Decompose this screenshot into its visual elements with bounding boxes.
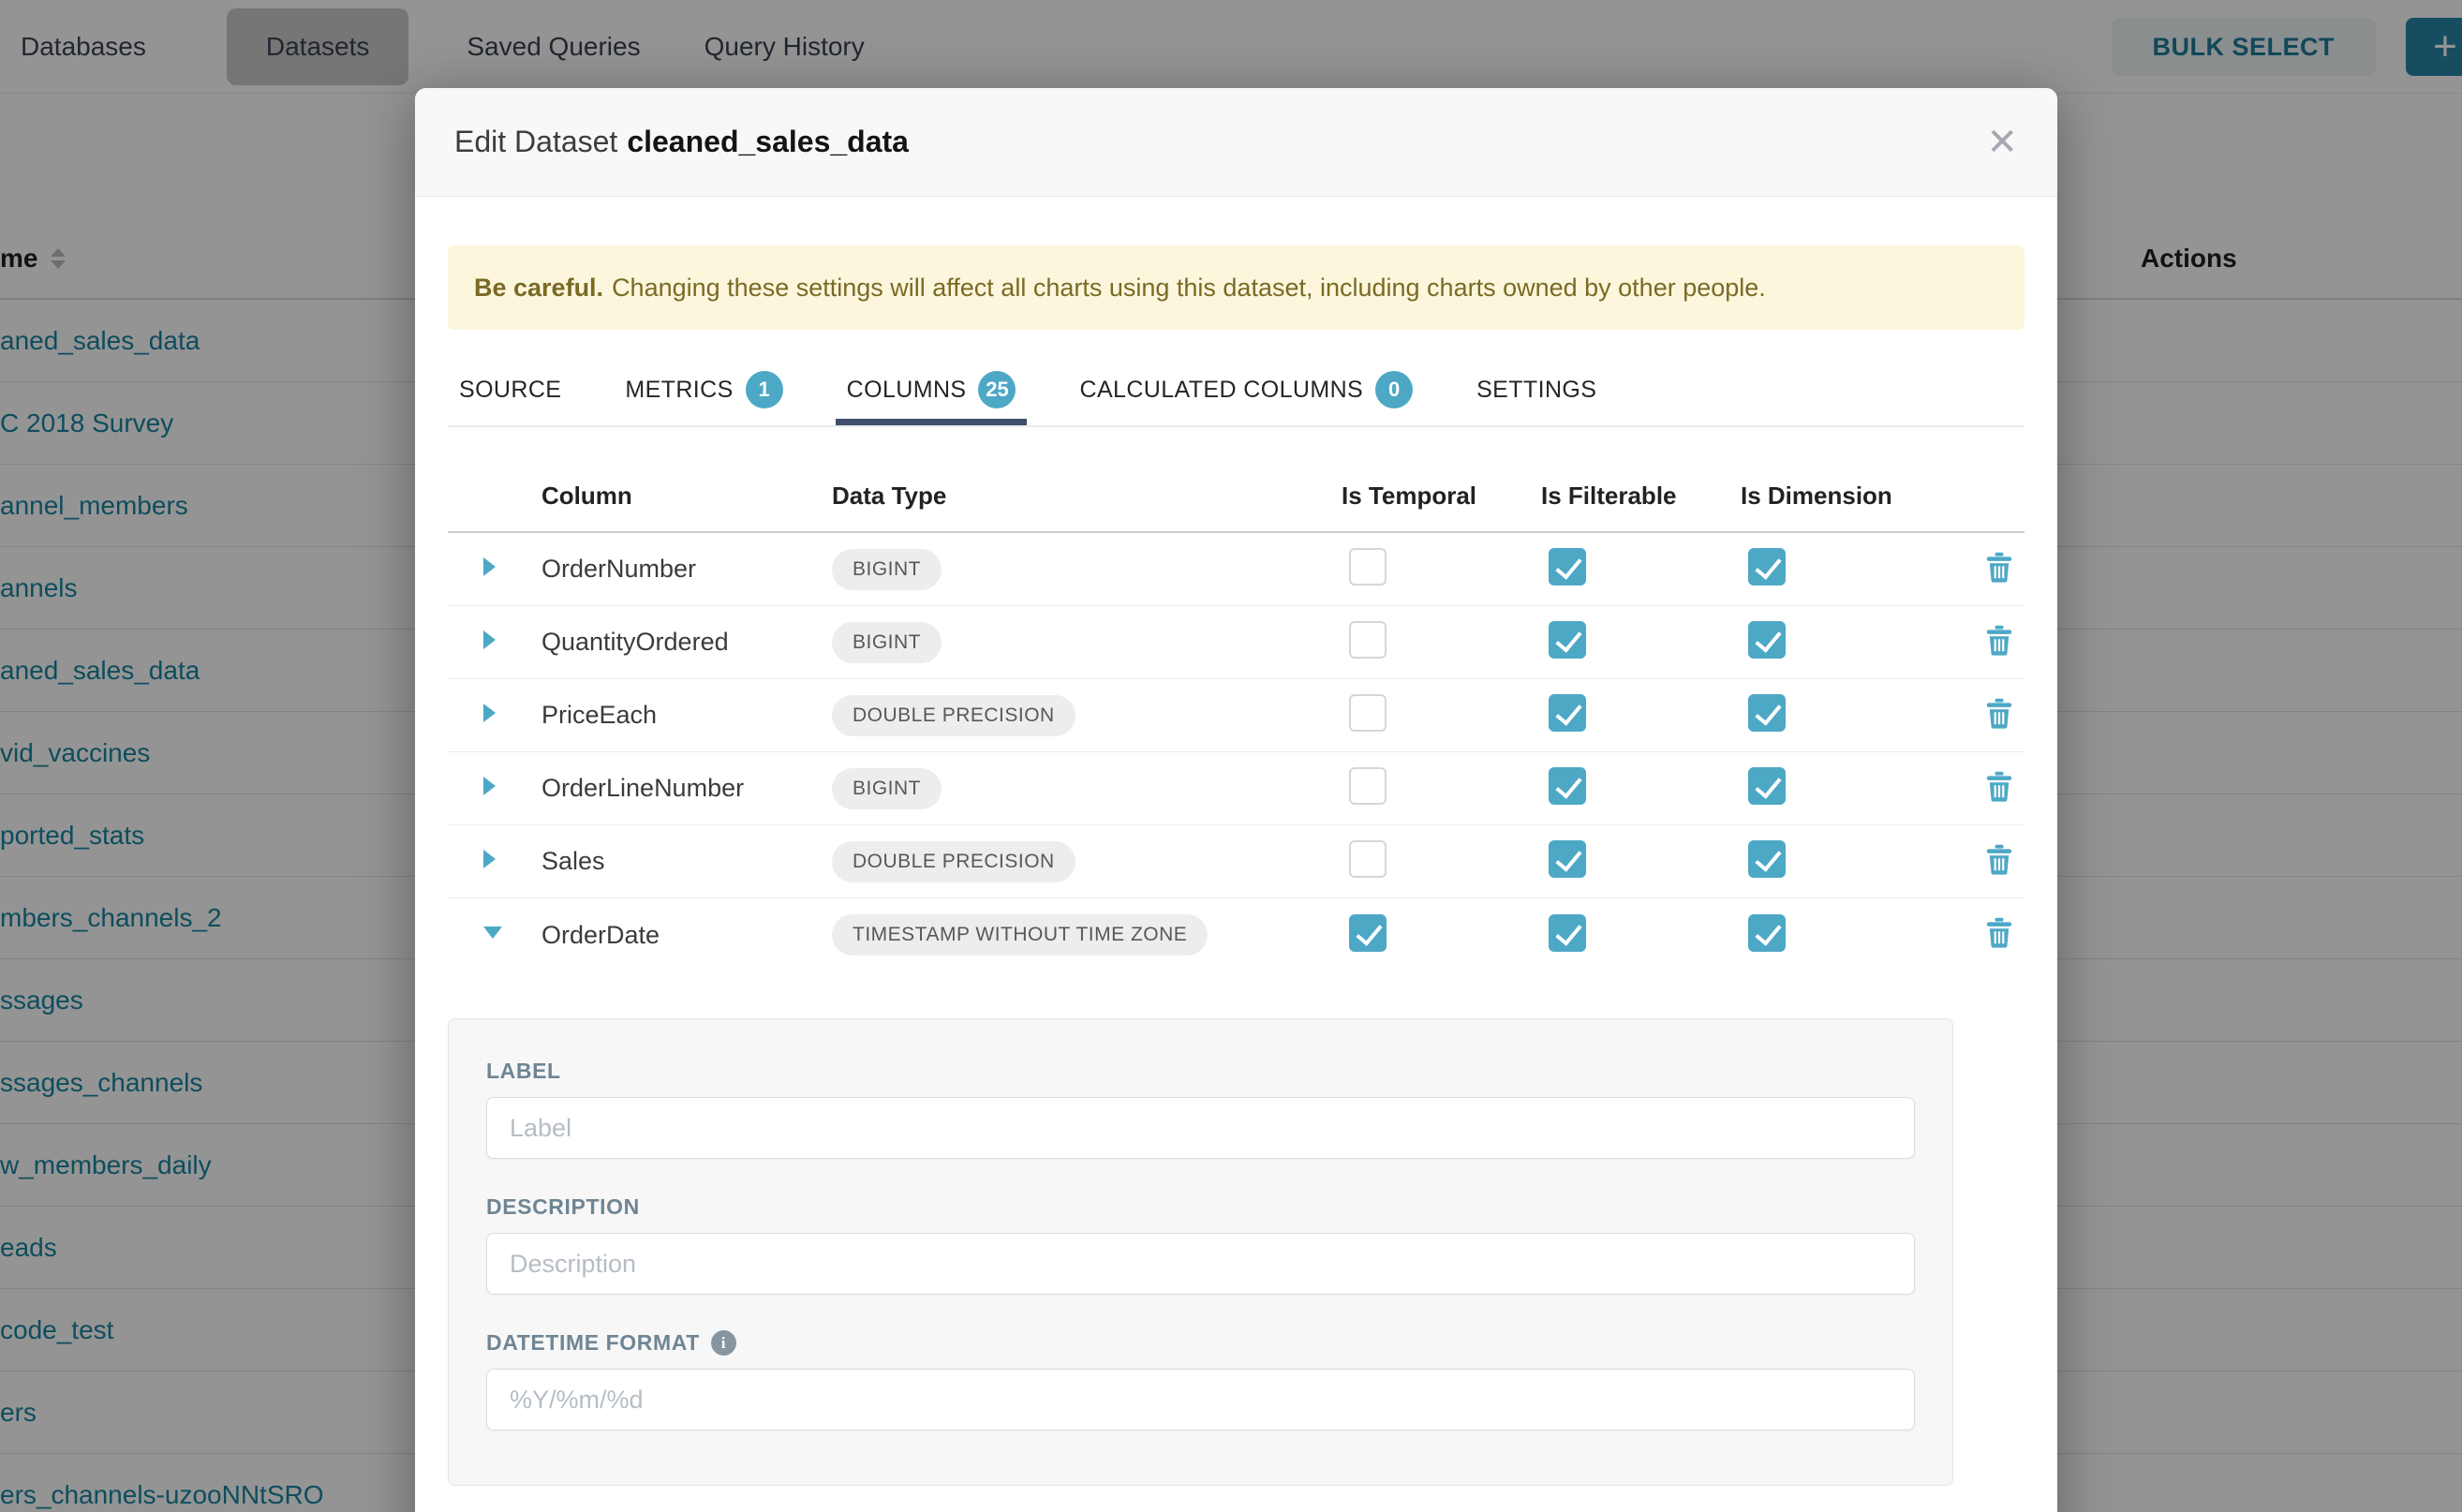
- warning-banner: Be careful. Changing these settings will…: [448, 245, 2024, 330]
- tab-metrics[interactable]: METRICS 1: [614, 371, 793, 425]
- column-row: QuantityOrderedBIGINT: [448, 606, 2024, 679]
- warning-text: Changing these settings will affect all …: [612, 274, 1766, 303]
- description-input[interactable]: [486, 1233, 1915, 1295]
- delete-column-button[interactable]: [1985, 552, 2013, 587]
- is-temporal-checkbox[interactable]: [1349, 767, 1387, 805]
- expand-caret-icon[interactable]: [483, 777, 496, 795]
- columns-table-body: OrderNumberBIGINTQuantityOrderedBIGINTPr…: [448, 533, 2024, 971]
- data-type-pill: BIGINT: [832, 768, 942, 809]
- info-icon[interactable]: i: [711, 1330, 736, 1356]
- modal-tabs: SOURCE METRICS 1 COLUMNS 25 CALCULATED COLUMN…: [448, 371, 2024, 427]
- is-filterable-checkbox[interactable]: [1549, 914, 1586, 952]
- column-row: OrderLineNumberBIGINT: [448, 752, 2024, 825]
- data-type-pill: BIGINT: [832, 549, 942, 590]
- label-field: LABEL: [486, 1059, 1915, 1159]
- count-badge: 1: [746, 371, 783, 408]
- header-data-type: Data Type: [832, 482, 1342, 511]
- edit-dataset-modal: Edit Dataset cleaned_sales_data ✕ Be care…: [415, 88, 2057, 1512]
- tab-source[interactable]: SOURCE: [448, 371, 572, 425]
- is-temporal-checkbox[interactable]: [1349, 694, 1387, 732]
- close-icon[interactable]: ✕: [1986, 124, 2018, 161]
- delete-column-button[interactable]: [1985, 698, 2013, 734]
- tab-label: SETTINGS: [1476, 377, 1596, 404]
- column-row: OrderNumberBIGINT: [448, 533, 2024, 606]
- description-field-label: DESCRIPTION: [486, 1194, 1915, 1220]
- is-temporal-checkbox[interactable]: [1349, 914, 1387, 952]
- expand-caret-icon[interactable]: [483, 704, 496, 722]
- screen: DatabasesDatasetsSaved QueriesQuery Hist…: [0, 0, 2462, 1512]
- is-filterable-checkbox[interactable]: [1549, 694, 1586, 732]
- tab-label: CALCULATED COLUMNS: [1079, 377, 1363, 404]
- modal-body: Be careful. Changing these settings will…: [415, 245, 2057, 1486]
- modal-title: Edit Dataset cleaned_sales_data: [454, 125, 909, 159]
- is-dimension-checkbox[interactable]: [1748, 914, 1786, 952]
- datetime-format-label: DATETIME FORMAT: [486, 1330, 700, 1356]
- header-is-filterable: Is Filterable: [1541, 482, 1741, 511]
- delete-column-button[interactable]: [1985, 771, 2013, 807]
- expand-caret-icon[interactable]: [483, 850, 496, 868]
- column-row: OrderDateTIMESTAMP WITHOUT TIME ZONE: [448, 898, 2024, 971]
- label-field-label: LABEL: [486, 1059, 1915, 1084]
- count-badge: 25: [978, 371, 1016, 408]
- column-name: OrderNumber: [541, 555, 832, 584]
- data-type-pill: TIMESTAMP WITHOUT TIME ZONE: [832, 914, 1208, 956]
- column-name: PriceEach: [541, 701, 832, 730]
- header-is-temporal: Is Temporal: [1342, 482, 1541, 511]
- column-row: PriceEachDOUBLE PRECISION: [448, 679, 2024, 752]
- data-type-pill: BIGINT: [832, 622, 942, 663]
- is-filterable-checkbox[interactable]: [1549, 548, 1586, 586]
- warning-bold: Be careful.: [474, 274, 603, 303]
- is-dimension-checkbox[interactable]: [1748, 621, 1786, 659]
- tab-label: COLUMNS: [847, 377, 967, 404]
- is-dimension-checkbox[interactable]: [1748, 548, 1786, 586]
- expand-caret-icon[interactable]: [483, 630, 496, 649]
- tab-label: METRICS: [625, 377, 733, 404]
- column-name: QuantityOrdered: [541, 628, 832, 657]
- is-filterable-checkbox[interactable]: [1549, 840, 1586, 878]
- column-name: Sales: [541, 847, 832, 876]
- count-badge: 0: [1375, 371, 1413, 408]
- modal-title-prefix: Edit Dataset: [454, 125, 617, 158]
- datetime-format-input[interactable]: [486, 1369, 1915, 1430]
- collapse-caret-icon[interactable]: [483, 926, 502, 939]
- column-name: OrderDate: [541, 921, 832, 950]
- modal-title-dataset: cleaned_sales_data: [627, 125, 909, 158]
- header-column: Column: [541, 482, 832, 511]
- columns-table-header: Column Data Type Is Temporal Is Filterab…: [448, 461, 2024, 533]
- delete-column-button[interactable]: [1985, 844, 2013, 880]
- delete-column-button[interactable]: [1985, 917, 2013, 953]
- expand-caret-icon[interactable]: [483, 557, 496, 576]
- is-temporal-checkbox[interactable]: [1349, 621, 1387, 659]
- is-filterable-checkbox[interactable]: [1549, 621, 1586, 659]
- is-dimension-checkbox[interactable]: [1748, 840, 1786, 878]
- column-detail-panel: LABEL DESCRIPTION DATETIME FORMAT i: [448, 1018, 1953, 1486]
- datetime-format-field: DATETIME FORMAT i: [486, 1330, 1915, 1430]
- is-temporal-checkbox[interactable]: [1349, 548, 1387, 586]
- is-filterable-checkbox[interactable]: [1549, 767, 1586, 805]
- column-name: OrderLineNumber: [541, 774, 832, 803]
- description-field: DESCRIPTION: [486, 1194, 1915, 1295]
- modal-header: Edit Dataset cleaned_sales_data ✕: [415, 88, 2057, 197]
- is-temporal-checkbox[interactable]: [1349, 840, 1387, 878]
- delete-column-button[interactable]: [1985, 625, 2013, 660]
- is-dimension-checkbox[interactable]: [1748, 767, 1786, 805]
- column-row: SalesDOUBLE PRECISION: [448, 825, 2024, 898]
- tab-label: SOURCE: [459, 377, 561, 404]
- is-dimension-checkbox[interactable]: [1748, 694, 1786, 732]
- label-input[interactable]: [486, 1097, 1915, 1159]
- tab-settings[interactable]: SETTINGS: [1465, 371, 1608, 425]
- data-type-pill: DOUBLE PRECISION: [832, 841, 1075, 882]
- data-type-pill: DOUBLE PRECISION: [832, 695, 1075, 736]
- header-is-dimension: Is Dimension: [1741, 482, 1958, 511]
- tab-columns[interactable]: COLUMNS 25: [836, 371, 1028, 425]
- tab-calculated-columns[interactable]: CALCULATED COLUMNS 0: [1068, 371, 1424, 425]
